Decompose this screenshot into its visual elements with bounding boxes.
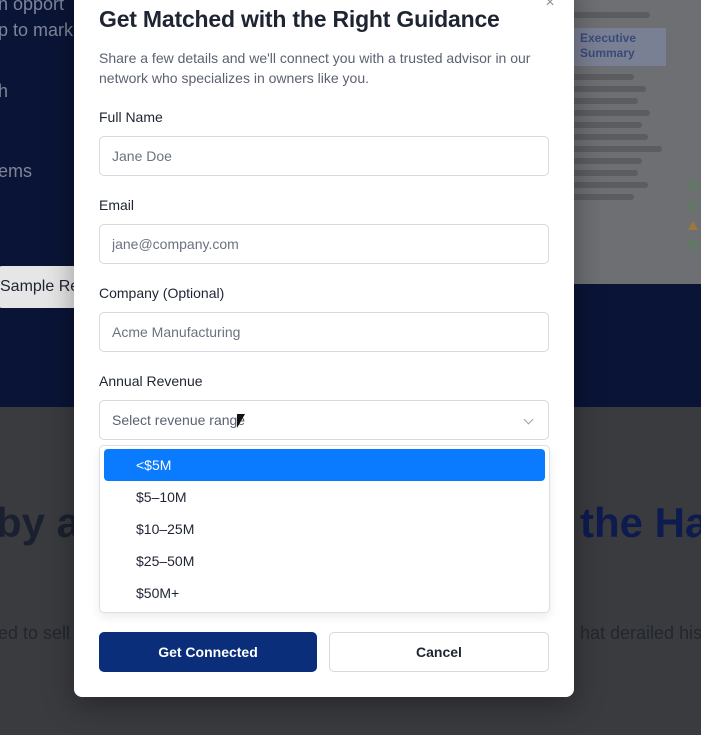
revenue-select[interactable]: Select revenue range <box>99 400 549 440</box>
bg-heading-right: the Ha <box>580 499 701 546</box>
revenue-option[interactable]: $5–10M <box>104 481 545 513</box>
modal-subtitle: Share a few details and we'll connect yo… <box>99 50 531 86</box>
bg-hero-line: h <box>0 81 9 101</box>
bg-hero-line: p to mark <box>0 20 74 40</box>
check-icon <box>688 240 698 250</box>
full-name-label: Full Name <box>99 109 163 125</box>
get-connected-button[interactable]: Get Connected <box>99 632 317 672</box>
check-icon <box>688 200 698 210</box>
company-label: Company (Optional) <box>99 285 225 301</box>
bg-report-preview: Executive Summary <box>560 0 701 284</box>
revenue-option[interactable]: $10–25M <box>104 513 545 545</box>
close-icon[interactable]: × <box>542 0 558 12</box>
bg-hero-line: ems <box>0 161 33 181</box>
full-name-input[interactable] <box>99 136 549 176</box>
bg-exec-summary-card: Executive Summary <box>572 28 666 66</box>
modal-title: Get Matched with the Right Guidance <box>99 6 500 32</box>
revenue-dropdown-menu: <$5M $5–10M $10–25M $25–50M $50M+ <box>99 445 550 613</box>
bg-heading-left: by a <box>0 499 81 546</box>
advisor-match-modal: × Get Matched with the Right Guidance Sh… <box>74 0 574 697</box>
bg-paragraph-left: ed to sell <box>0 623 71 643</box>
cancel-button[interactable]: Cancel <box>329 632 549 672</box>
warning-icon <box>688 221 698 230</box>
bg-paragraph-right: hat derailed his <box>580 623 701 643</box>
chevron-down-icon <box>523 414 534 425</box>
revenue-option[interactable]: $50M+ <box>104 577 545 609</box>
revenue-option[interactable]: $25–50M <box>104 545 545 577</box>
revenue-select-placeholder: Select revenue range <box>112 412 246 428</box>
email-label: Email <box>99 197 135 213</box>
email-input[interactable] <box>99 224 549 264</box>
mouse-cursor-icon <box>237 414 245 428</box>
revenue-label: Annual Revenue <box>99 373 203 389</box>
bg-hero-line: n opport <box>0 0 65 14</box>
company-input[interactable] <box>99 312 549 352</box>
check-icon <box>688 180 698 190</box>
revenue-option[interactable]: <$5M <box>104 449 545 481</box>
